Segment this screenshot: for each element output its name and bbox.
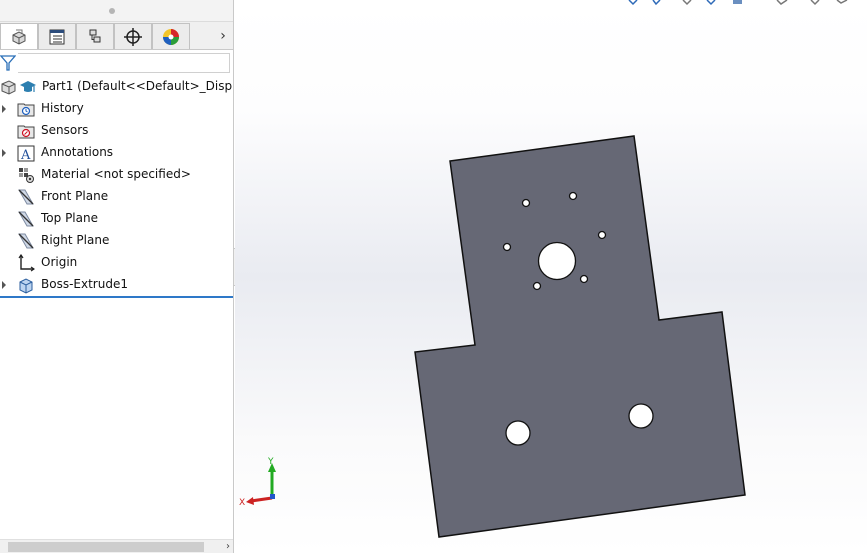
tree-item-label: Sensors xyxy=(41,123,89,137)
tree-item-label: Annotations xyxy=(41,145,114,159)
configuration-manager-icon xyxy=(89,29,101,42)
bolt-hole[interactable] xyxy=(502,242,512,252)
tree-item-annotations[interactable]: A Annotations xyxy=(0,142,233,164)
tab-featuremanager[interactable] xyxy=(0,23,38,49)
extrude-feature-icon xyxy=(19,278,33,294)
dimxpert-icon xyxy=(124,27,142,46)
history-folder-icon xyxy=(17,103,35,117)
filter-icon[interactable] xyxy=(0,53,16,73)
part-icon xyxy=(1,80,16,95)
panel-header xyxy=(0,0,233,22)
tree-item-label: History xyxy=(41,101,84,115)
plane-icon xyxy=(18,211,34,227)
bolt-hole[interactable] xyxy=(579,274,589,284)
triad-y-label: Y xyxy=(267,457,274,467)
property-manager-icon xyxy=(49,29,65,44)
tab-configurationmanager[interactable] xyxy=(76,23,114,49)
tree-item-boss-extrude1[interactable]: Boss-Extrude1 xyxy=(0,274,233,296)
tree-item-label: Origin xyxy=(41,255,78,269)
tree-item-label: Boss-Extrude1 xyxy=(41,277,128,291)
part-label: Part1 (Default<<Default>_Display S xyxy=(42,79,234,93)
tab-dimxpertmanager[interactable] xyxy=(114,23,152,49)
tree-item-part[interactable]: Part1 (Default<<Default>_Display S xyxy=(0,76,234,98)
feature-tree-icon xyxy=(12,29,26,45)
bolt-hole[interactable] xyxy=(597,230,607,240)
plate-body[interactable] xyxy=(414,135,746,538)
tab-scroll-right-button[interactable]: › xyxy=(214,26,232,46)
expand-arrow-icon[interactable] xyxy=(0,274,8,296)
tree-item-origin[interactable]: Origin xyxy=(0,252,233,274)
tree-item-sensors[interactable]: Sensors xyxy=(0,120,233,142)
center-hole[interactable] xyxy=(537,241,577,281)
plane-icon xyxy=(18,189,34,205)
tab-propertymanager[interactable] xyxy=(38,23,76,49)
tree-filter-input[interactable] xyxy=(18,53,230,73)
mounting-hole[interactable] xyxy=(505,420,531,446)
expand-arrow-icon[interactable] xyxy=(0,98,8,120)
panel-grip-handle[interactable] xyxy=(109,8,115,14)
tree-item-label: Material <not specified> xyxy=(41,167,191,181)
tree-item-label: Top Plane xyxy=(41,211,98,225)
bolt-hole[interactable] xyxy=(521,198,531,208)
tab-displaymanager[interactable] xyxy=(152,23,190,49)
reference-triad: Y X xyxy=(239,457,276,508)
material-icon xyxy=(19,168,34,183)
feature-manager-panel: › Part1 (Default<<Default>_Display S His… xyxy=(0,0,234,553)
scroll-right-arrow-icon[interactable]: › xyxy=(222,540,233,553)
scrollbar-thumb[interactable] xyxy=(8,542,204,552)
model-view: Y X xyxy=(239,135,746,538)
filter-bar xyxy=(0,51,233,75)
triad-x-axis xyxy=(250,496,273,503)
tree-item-top-plane[interactable]: Top Plane xyxy=(0,208,233,230)
horizontal-scrollbar[interactable]: › xyxy=(0,539,233,553)
triad-x-label: X xyxy=(239,498,245,508)
plane-icon xyxy=(18,233,34,249)
display-state-icon xyxy=(20,81,36,92)
annotations-icon: A xyxy=(17,145,35,162)
expand-arrow-icon[interactable] xyxy=(0,142,8,164)
bolt-hole[interactable] xyxy=(532,281,542,291)
manager-tab-bar: › xyxy=(0,22,233,50)
bolt-hole[interactable] xyxy=(568,191,578,201)
tree-item-front-plane[interactable]: Front Plane xyxy=(0,186,233,208)
tree-item-label: Right Plane xyxy=(41,233,110,247)
display-manager-icon xyxy=(163,28,179,45)
triad-x-arrow xyxy=(246,497,254,505)
triad-z-axis xyxy=(270,494,275,499)
selection-underline xyxy=(0,296,233,298)
tree-item-history[interactable]: History xyxy=(0,98,233,120)
mounting-hole[interactable] xyxy=(628,403,654,429)
tree-item-right-plane[interactable]: Right Plane xyxy=(0,230,233,252)
tree-item-material-not-specified[interactable]: Material <not specified> xyxy=(0,164,233,186)
sensors-folder-icon xyxy=(17,125,35,139)
svg-text:A: A xyxy=(20,148,31,162)
origin-icon xyxy=(18,254,35,272)
graphics-area[interactable]: Y X xyxy=(235,0,867,553)
tree-item-label: Front Plane xyxy=(41,189,109,203)
